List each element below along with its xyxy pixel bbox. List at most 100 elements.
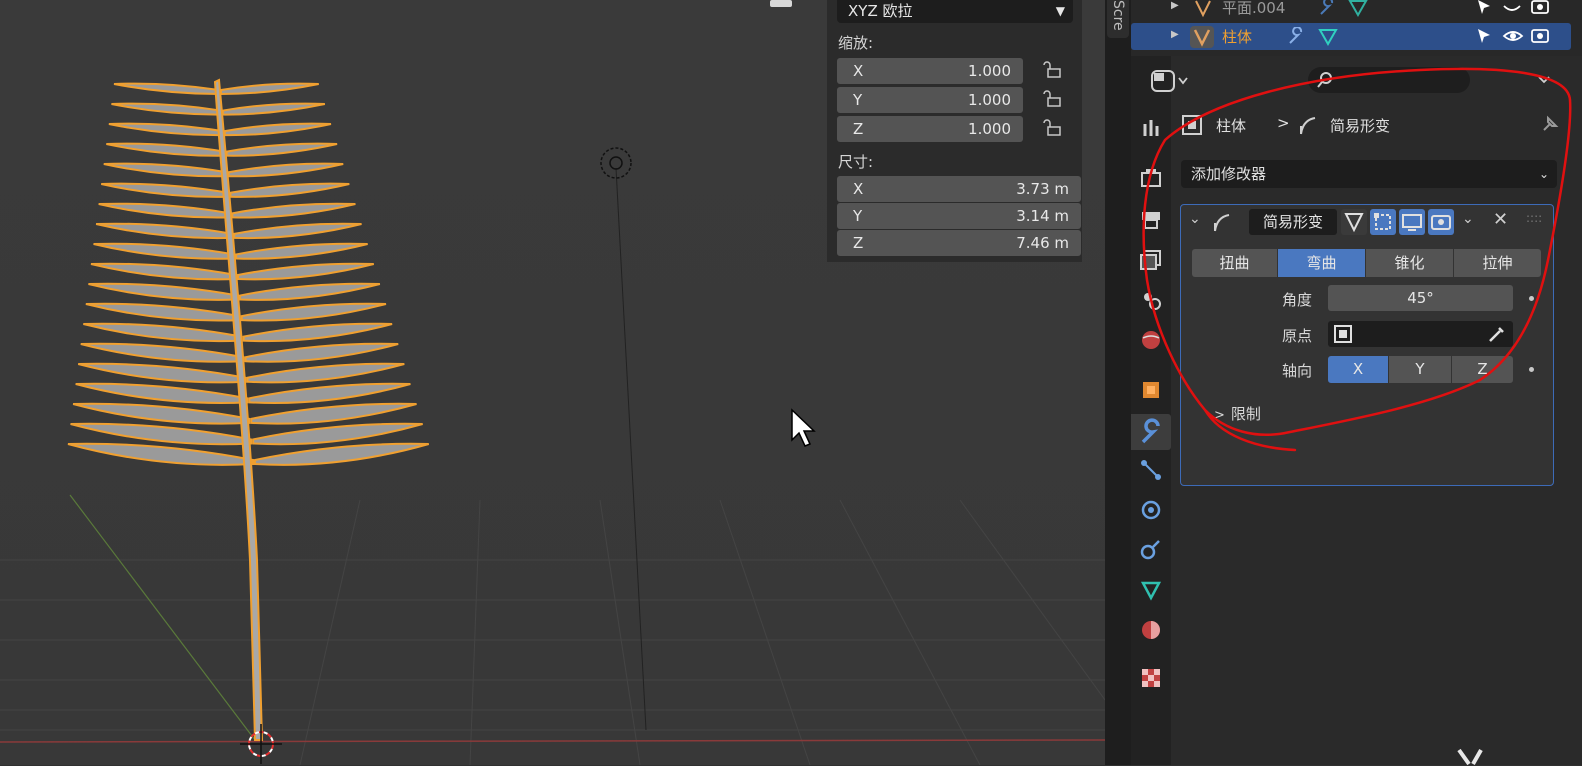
camera-icon[interactable] <box>1530 26 1550 44</box>
drag-handle-icon[interactable]: :::: <box>1526 211 1542 225</box>
edit-mode-icon <box>1374 213 1391 230</box>
outliner-row-plane[interactable]: ▶ 平面.004 <box>1131 0 1571 21</box>
tab-tool[interactable] <box>1139 116 1163 140</box>
eyedropper-icon[interactable] <box>1487 324 1507 344</box>
limits-subpanel[interactable]: > 限制 <box>1214 403 1261 424</box>
camera-icon[interactable] <box>1530 0 1550 15</box>
tab-modifiers[interactable] <box>1131 414 1171 450</box>
mesh-data-icon <box>1140 581 1162 601</box>
chevron-down-icon[interactable] <box>1536 74 1552 86</box>
chevron-right-icon: > <box>1277 114 1290 132</box>
mode-stretch[interactable]: 拉伸 <box>1454 249 1541 277</box>
dimension-x-field[interactable]: X 3.73 m <box>837 176 1081 202</box>
origin-label: 原点 <box>1282 327 1313 345</box>
keyframe-dot-icon[interactable] <box>1529 367 1534 372</box>
axis-label: X <box>853 180 864 198</box>
angle-field[interactable]: 45° <box>1328 285 1513 311</box>
scene-icon <box>1144 293 1161 310</box>
object-icon <box>1143 382 1159 398</box>
camera-icon <box>1431 215 1451 230</box>
tab-render[interactable] <box>1139 166 1163 190</box>
modifier-name-field[interactable]: 简易形变 <box>1249 209 1337 235</box>
axis-label: Y <box>853 91 863 109</box>
material-icon <box>1142 621 1160 639</box>
scale-x-field[interactable]: X 1.000 <box>837 58 1023 84</box>
editor-type-icon[interactable] <box>1149 68 1193 94</box>
scale-y-field[interactable]: Y 1.000 <box>837 87 1023 113</box>
texture-icon <box>1142 669 1160 687</box>
select-arrow-icon[interactable] <box>1476 0 1492 16</box>
eye-icon[interactable] <box>1502 27 1524 45</box>
expand-arrow-icon[interactable]: ▶ <box>1171 29 1179 40</box>
search-icon <box>1317 72 1332 88</box>
world-icon <box>1142 331 1160 349</box>
outliner-row-cylinder[interactable]: ▶ 柱体 <box>1131 23 1571 50</box>
tab-texture[interactable] <box>1139 666 1163 690</box>
tab-output[interactable] <box>1139 208 1163 232</box>
outliner-object-name: 平面.004 <box>1222 0 1286 17</box>
outliner-object-name: 柱体 <box>1222 28 1253 46</box>
pin-icon[interactable] <box>1538 114 1560 136</box>
render-toggle[interactable] <box>1428 209 1454 235</box>
chevron-down-icon: ▼ <box>1055 4 1065 18</box>
object-data-icon <box>1195 0 1211 18</box>
sidebar-tab[interactable]: Scre <box>1107 0 1129 38</box>
render-icon <box>1141 169 1161 187</box>
dimension-z-field[interactable]: Z 7.46 m <box>837 230 1081 256</box>
mode-taper[interactable]: 锥化 <box>1366 249 1453 277</box>
field-value: 3.14 m <box>1016 207 1069 225</box>
tab-scene[interactable] <box>1139 288 1163 312</box>
tab-material[interactable] <box>1139 618 1163 642</box>
tab-world[interactable] <box>1139 328 1163 352</box>
axis-label: Z <box>853 120 864 138</box>
axis-z-button[interactable]: Z <box>1452 356 1513 383</box>
simple-deform-icon <box>1214 214 1230 232</box>
rotation-mode-select[interactable]: XYZ 欧拉 ▼ <box>837 0 1073 23</box>
tab-object[interactable] <box>1139 378 1163 402</box>
edit-mode-toggle[interactable] <box>1370 209 1396 235</box>
mode-twist[interactable]: 扭曲 <box>1192 249 1277 277</box>
eye-closed-icon[interactable] <box>1502 0 1522 16</box>
scale-z-field[interactable]: Z 1.000 <box>837 116 1023 142</box>
physics-icon <box>1141 500 1161 520</box>
tool-icon <box>1143 120 1159 136</box>
transform-panel: XYZ 欧拉 ▼ 缩放: X 1.000 Y 1.000 Z 1.000 尺寸:… <box>827 0 1082 262</box>
axis-x-button[interactable]: X <box>1328 356 1388 383</box>
tab-view-layer[interactable] <box>1139 248 1163 272</box>
close-icon[interactable]: ✕ <box>1493 209 1508 230</box>
tab-particles[interactable] <box>1139 458 1163 482</box>
axis-y-button[interactable]: Y <box>1389 356 1451 383</box>
lock-open-icon[interactable] <box>1043 89 1063 109</box>
axis-label: Y <box>853 207 863 225</box>
simple-deform-icon <box>1300 117 1316 135</box>
tab-physics[interactable] <box>1139 498 1163 522</box>
tab-data[interactable] <box>1139 578 1163 602</box>
add-modifier-dropdown[interactable]: 添加修改器 ⌄ <box>1181 160 1557 188</box>
3d-viewport[interactable]: XYZ 欧拉 ▼ 缩放: X 1.000 Y 1.000 Z 1.000 尺寸:… <box>0 0 1105 765</box>
expand-arrow-icon[interactable]: ▶ <box>1171 0 1179 11</box>
select-arrow-icon[interactable] <box>1476 27 1492 45</box>
field-value: 1.000 <box>968 120 1011 138</box>
chevron-down-icon[interactable]: ⌄ <box>1462 211 1474 227</box>
lock-open-icon[interactable] <box>1043 118 1063 138</box>
field-value: 1.000 <box>968 91 1011 109</box>
tab-constraints[interactable] <box>1139 538 1163 562</box>
keyframe-dot-icon[interactable] <box>1529 296 1534 301</box>
viewport-display-toggle[interactable] <box>1399 209 1425 235</box>
edit-cage-toggle[interactable] <box>1341 209 1367 235</box>
lock-open-icon[interactable] <box>1043 60 1063 80</box>
object-data-icon <box>1190 26 1214 48</box>
angle-label: 角度 <box>1282 291 1313 309</box>
dimension-y-field[interactable]: Y 3.14 m <box>837 203 1081 229</box>
dimensions-label: 尺寸: <box>838 153 874 171</box>
output-icon <box>1142 212 1160 229</box>
chevron-down-icon: ⌄ <box>1538 167 1549 181</box>
search-input[interactable] <box>1308 67 1470 93</box>
field-value: 3.73 m <box>1016 180 1069 198</box>
origin-field[interactable] <box>1328 321 1513 347</box>
view-layer-icon <box>1140 250 1161 270</box>
mode-bend[interactable]: 弯曲 <box>1278 249 1365 277</box>
collapse-arrow-icon[interactable]: ⌄ <box>1189 211 1201 227</box>
wrench-icon <box>1289 27 1303 44</box>
field-value: 1.000 <box>968 62 1011 80</box>
